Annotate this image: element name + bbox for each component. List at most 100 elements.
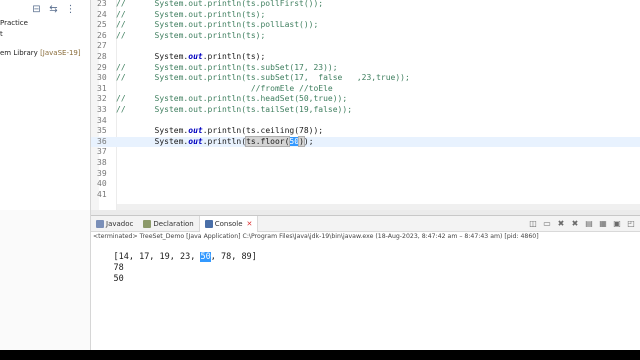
- link-editor-icon[interactable]: ⇆: [47, 3, 60, 16]
- line-number: 28: [97, 52, 107, 61]
- new-console-icon[interactable]: ◰: [626, 219, 636, 229]
- code-line[interactable]: 39: [91, 169, 640, 180]
- code-text: System.out.println(ts.ceiling(78));: [116, 126, 324, 137]
- remove-all-icon[interactable]: ✖: [570, 219, 580, 229]
- code-token: // System.out.println(ts.pollLast());: [116, 20, 319, 30]
- line-number: 29: [97, 62, 107, 72]
- code-text: // System.out.println(ts.tailSet(19,fals…: [116, 105, 352, 116]
- tree-item-jre-library[interactable]: em Library [JavaSE-19]: [0, 49, 81, 57]
- line-number: 26: [97, 30, 107, 40]
- code-line[interactable]: 25 // System.out.println(ts.pollLast());: [91, 20, 640, 31]
- code-token: out: [188, 52, 203, 61]
- selected-code-token: 50: [289, 136, 300, 146]
- code-token: //fromEle //toEle: [116, 83, 333, 93]
- code-token: ts.floor(: [245, 135, 291, 147]
- code-token: // System.out.println(ts);: [116, 30, 266, 40]
- code-token: );: [303, 136, 314, 146]
- word-wrap-icon[interactable]: ▦: [598, 219, 608, 229]
- output-text: 50: [113, 274, 124, 284]
- bottom-black-bar: [0, 350, 640, 360]
- line-number: 27: [97, 41, 107, 51]
- tree-item-label: Practice: [0, 19, 28, 27]
- code-line[interactable]: 36 System.out.println(ts.floor(50));: [91, 135, 640, 148]
- tree-item-label: t: [0, 30, 3, 38]
- selected-output-text: 50: [200, 252, 211, 262]
- remove-launch-icon[interactable]: ✖: [556, 219, 566, 229]
- collapse-all-icon[interactable]: ⊟: [30, 3, 43, 16]
- tab-javadoc[interactable]: Javadoc: [91, 216, 138, 232]
- open-console-icon[interactable]: ▣: [612, 219, 622, 229]
- code-line[interactable]: 34: [91, 116, 640, 127]
- code-line[interactable]: 30 // System.out.println(ts.subSet(17, fa…: [91, 73, 640, 84]
- code-token: // System.out.println(ts.headSet(50,true…: [116, 94, 348, 104]
- scroll-lock-icon[interactable]: ▤: [584, 219, 594, 229]
- output-text: , 78, 89]: [210, 252, 257, 262]
- code-token: // System.out.println(ts.pollFirst());: [116, 0, 324, 8]
- code-token: System.: [116, 126, 189, 136]
- code-line[interactable]: 24 // System.out.println(ts);: [91, 10, 640, 21]
- line-number: 31: [97, 83, 107, 93]
- code-text: // System.out.println(ts.headSet(50,true…: [116, 94, 347, 105]
- tree-item-practice[interactable]: Practice: [0, 19, 28, 27]
- code-line[interactable]: 38: [91, 158, 640, 169]
- package-explorer: ⊟ ⇆ ⋮ Practice t em Library [JavaSE-19]: [0, 0, 91, 210]
- line-number: 36: [97, 136, 107, 146]
- code-line[interactable]: 33 // System.out.println(ts.tailSet(19,fa…: [91, 105, 640, 116]
- code-line[interactable]: 23 // System.out.println(ts.pollFirst());: [91, 0, 640, 10]
- code-line[interactable]: 29 // System.out.println(ts.subSet(17, 23…: [91, 63, 640, 74]
- code-text: System.out.println(ts);: [116, 52, 266, 63]
- code-text: System.out.println(ts.floor(50));: [116, 135, 314, 148]
- console-icon: [204, 219, 213, 228]
- line-number: 23: [97, 0, 107, 8]
- line-number: 38: [97, 158, 107, 167]
- console-output-line[interactable]: 50: [93, 264, 124, 294]
- tab-label: Console: [214, 219, 243, 228]
- code-text: // System.out.println(ts.subSet(17, 23))…: [116, 63, 338, 74]
- pin-icon[interactable]: ◫: [528, 219, 538, 229]
- code-token: // System.out.println(ts.subSet(17, 23))…: [116, 62, 338, 72]
- code-token: // System.out.println(ts.subSet(17, fals…: [116, 73, 410, 83]
- code-line[interactable]: 37: [91, 147, 640, 158]
- code-text: // System.out.println(ts.subSet(17, fals…: [116, 73, 410, 84]
- code-line[interactable]: 26 // System.out.println(ts);: [91, 31, 640, 42]
- line-number: 30: [97, 73, 107, 83]
- code-token: .println(: [202, 136, 247, 146]
- tab-label: Declaration: [153, 219, 194, 228]
- code-line[interactable]: 28 System.out.println(ts);: [91, 52, 640, 63]
- console-tab-bar: Javadoc Declaration Console ✕ ◫ ▭ ✖ ✖ ▤ …: [91, 215, 640, 232]
- output-text: [14, 17, 19, 23,: [113, 252, 201, 262]
- line-number: 35: [97, 126, 107, 136]
- console-toolbar: ◫ ▭ ✖ ✖ ▤ ▦ ▣ ◰: [528, 219, 636, 229]
- code-line[interactable]: 27: [91, 41, 640, 52]
- close-icon[interactable]: ✕: [247, 220, 253, 228]
- code-token: .println(ts);: [202, 52, 266, 61]
- display-selected-icon[interactable]: ▭: [542, 219, 552, 229]
- tree-item-label: em Library: [0, 49, 41, 57]
- code-editor[interactable]: 23 // System.out.println(ts.pollFirst());…: [91, 0, 640, 210]
- code-token: .println(ts.ceiling(78));: [202, 126, 324, 136]
- tab-declaration[interactable]: Declaration: [138, 216, 198, 232]
- console-panel: Javadoc Declaration Console ✕ ◫ ▭ ✖ ✖ ▤ …: [91, 215, 640, 350]
- code-line[interactable]: 41: [91, 190, 640, 201]
- line-number: 37: [97, 147, 107, 157]
- declaration-icon: [143, 219, 152, 228]
- code-text: // System.out.println(ts.pollFirst());: [116, 0, 323, 10]
- code-token: System.: [116, 52, 189, 61]
- code-line[interactable]: 35 System.out.println(ts.ceiling(78));: [91, 126, 640, 137]
- javadoc-icon: [96, 219, 104, 228]
- code-token: out: [188, 136, 203, 146]
- view-menu-icon[interactable]: ⋮: [64, 3, 77, 16]
- code-text: // System.out.println(ts);: [116, 10, 265, 21]
- line-number: 33: [97, 105, 107, 114]
- tab-label: Javadoc: [106, 219, 134, 228]
- tab-console[interactable]: Console ✕: [198, 215, 259, 232]
- code-line[interactable]: 40: [91, 179, 640, 190]
- code-line[interactable]: 31 //fromEle //toEle: [91, 84, 640, 95]
- line-number: 39: [97, 168, 107, 178]
- tree-item-t[interactable]: t: [0, 30, 3, 38]
- line-number: 24: [97, 9, 107, 19]
- jre-version-label: [JavaSE-19]: [40, 49, 81, 57]
- code-text: // System.out.println(ts);: [116, 31, 265, 42]
- launch-status-text: <terminated> TreeSet_Demo [Java Applicat…: [93, 233, 539, 240]
- code-line[interactable]: 32 // System.out.println(ts.headSet(50,tr…: [91, 94, 640, 105]
